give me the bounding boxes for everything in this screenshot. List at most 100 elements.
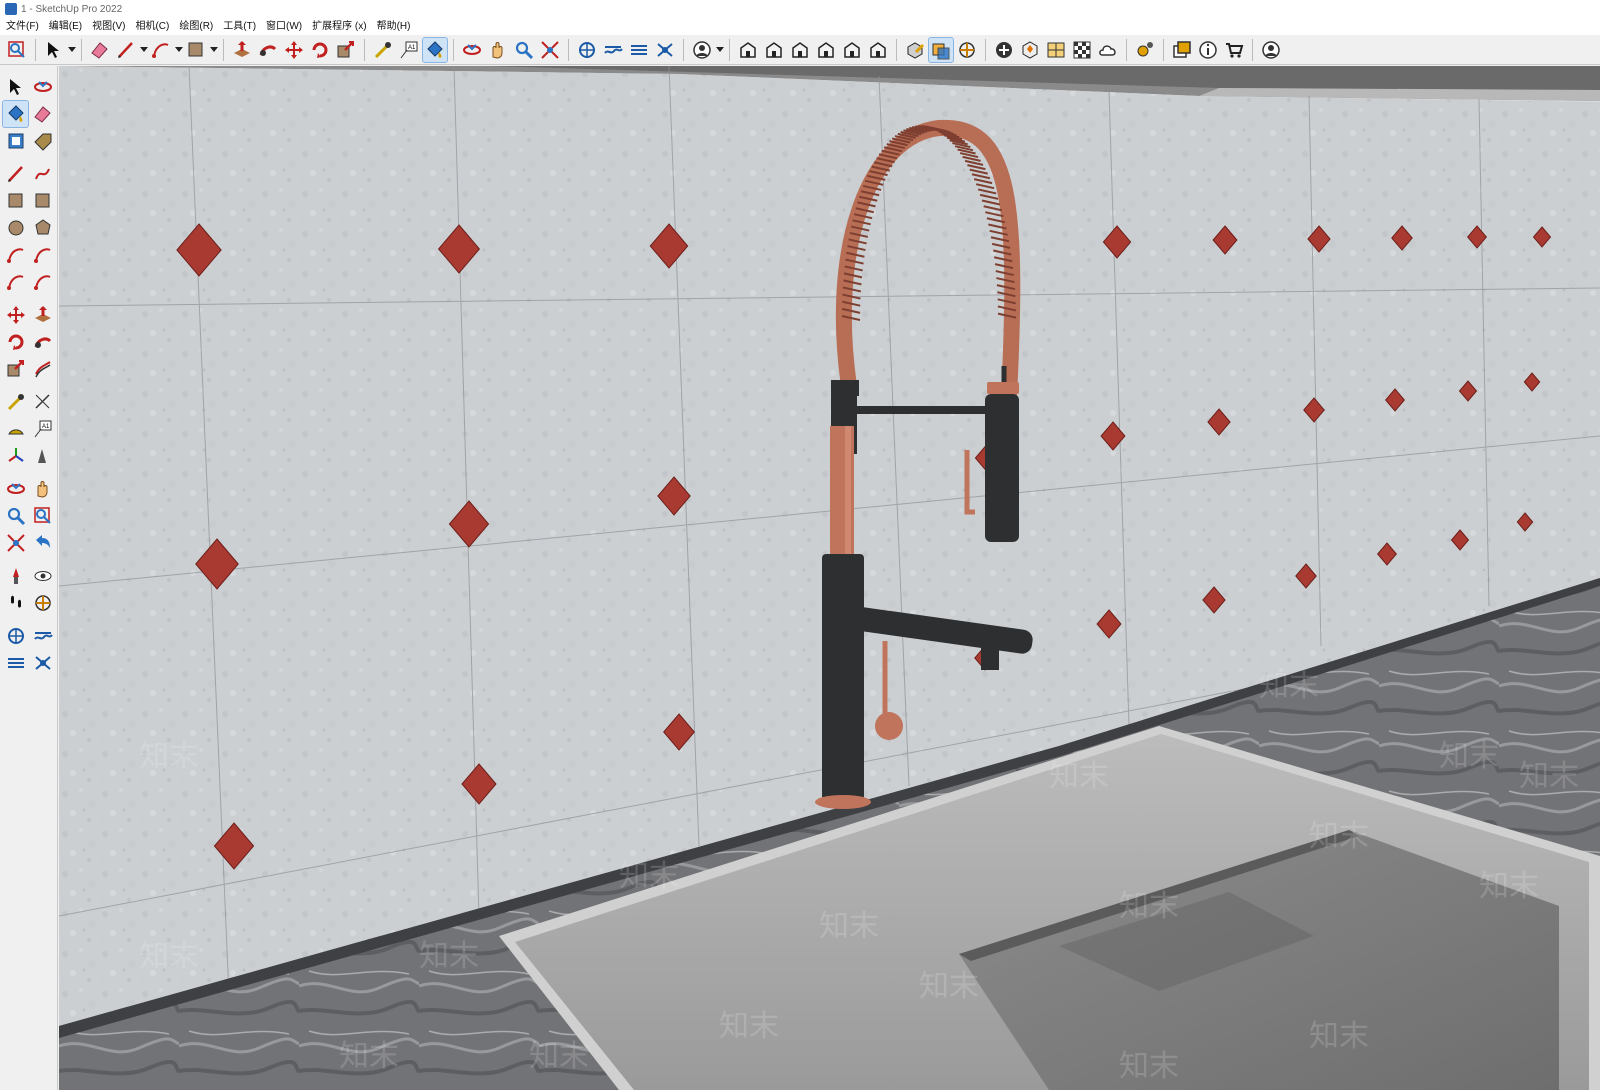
tag-icon[interactable] (30, 128, 55, 154)
menu-item-6[interactable]: 窗口(W) (261, 18, 307, 35)
zoom-window-icon[interactable] (30, 503, 55, 529)
section-plane-icon[interactable] (955, 38, 979, 62)
warehouse-icon[interactable] (575, 38, 599, 62)
previous-view-icon[interactable] (30, 530, 55, 556)
menu-item-5[interactable]: 工具(T) (218, 18, 261, 35)
scale-icon[interactable] (3, 356, 28, 382)
select-icon[interactable] (42, 38, 66, 62)
eraser-icon[interactable] (30, 101, 55, 127)
menu-item-8[interactable]: 帮助(H) (372, 18, 416, 35)
offset-icon[interactable] (30, 356, 55, 382)
right-view-icon[interactable] (814, 38, 838, 62)
info-icon[interactable] (1196, 38, 1220, 62)
zoom-extents-icon[interactable] (538, 38, 562, 62)
freehand-icon[interactable] (30, 161, 55, 187)
eraser-icon[interactable] (88, 38, 112, 62)
orbit-view-icon[interactable] (3, 476, 28, 502)
iso-view-icon[interactable] (736, 38, 760, 62)
menu-item-2[interactable]: 视图(V) (87, 18, 130, 35)
circle-icon[interactable] (3, 215, 28, 241)
3d-text-icon[interactable] (30, 443, 55, 469)
back-view-icon[interactable] (840, 38, 864, 62)
extension-warehouse-icon[interactable] (30, 623, 55, 649)
text-icon[interactable]: A1 (397, 38, 421, 62)
settings-icon[interactable] (1133, 38, 1157, 62)
line-icon[interactable] (114, 38, 138, 62)
pie-icon[interactable] (30, 269, 55, 295)
paint-bucket-icon[interactable] (2, 100, 29, 128)
move-icon[interactable] (3, 302, 28, 328)
menu-item-1[interactable]: 编辑(E) (44, 18, 87, 35)
arc-icon[interactable] (149, 38, 173, 62)
solid-inspector-icon[interactable] (903, 38, 927, 62)
dropdown-arrow-icon[interactable] (209, 38, 218, 62)
rectangle-icon[interactable] (3, 188, 28, 214)
dimension-icon[interactable] (30, 389, 55, 415)
orbit-icon[interactable] (460, 38, 484, 62)
extension-warehouse-icon[interactable] (601, 38, 625, 62)
menu-item-4[interactable]: 绘图(R) (174, 18, 218, 35)
components-icon[interactable] (3, 128, 28, 154)
follow-me-icon[interactable] (30, 329, 55, 355)
push-pull-icon[interactable] (230, 38, 254, 62)
section-plane-icon[interactable] (30, 590, 55, 616)
push-pull-icon[interactable] (30, 302, 55, 328)
dropdown-arrow-icon[interactable] (715, 38, 724, 62)
polygon-icon[interactable] (30, 215, 55, 241)
look-around-icon[interactable] (30, 563, 55, 589)
zoom-icon[interactable] (512, 38, 536, 62)
dropdown-arrow-icon[interactable] (174, 38, 183, 62)
styles-icon[interactable] (1070, 38, 1094, 62)
cloud-icon[interactable] (1096, 38, 1120, 62)
zoom-icon[interactable] (3, 503, 28, 529)
menu-item-0[interactable]: 文件(F) (0, 18, 44, 35)
left-view-icon[interactable] (866, 38, 890, 62)
rotate-icon[interactable] (308, 38, 332, 62)
move-icon[interactable] (282, 38, 306, 62)
layout-icon[interactable] (627, 38, 651, 62)
three-point-arc-icon[interactable] (3, 269, 28, 295)
warehouse-icon[interactable] (3, 623, 28, 649)
tape-measure-icon[interactable] (3, 389, 28, 415)
front-view-icon[interactable] (788, 38, 812, 62)
pan-icon[interactable] (30, 476, 55, 502)
menu-item-7[interactable]: 扩展程序 (x) (307, 18, 371, 35)
tape-measure-icon[interactable] (371, 38, 395, 62)
rectangle-icon[interactable] (184, 38, 208, 62)
position-camera-icon[interactable] (3, 563, 28, 589)
protractor-icon[interactable] (3, 416, 28, 442)
watermark-text: 知末 (419, 939, 479, 974)
pan-icon[interactable] (486, 38, 510, 62)
cart-icon[interactable] (1222, 38, 1246, 62)
zoom-window-icon[interactable] (5, 38, 29, 62)
walk-icon[interactable] (3, 590, 28, 616)
sandbox-icon[interactable] (1018, 38, 1042, 62)
dropdown-arrow-icon[interactable] (139, 38, 148, 62)
match-photo-icon[interactable] (1044, 38, 1068, 62)
zoom-extents-icon[interactable] (3, 530, 28, 556)
select-icon[interactable] (3, 74, 28, 100)
rotated-rectangle-icon[interactable] (30, 188, 55, 214)
menu-item-3[interactable]: 相机(C) (130, 18, 174, 35)
rotate-icon[interactable] (3, 329, 28, 355)
add-location-icon[interactable] (992, 38, 1016, 62)
text-icon[interactable]: A1 (30, 416, 55, 442)
dropdown-arrow-icon[interactable] (67, 38, 76, 62)
profile-icon[interactable] (1259, 38, 1283, 62)
arc-icon[interactable] (3, 242, 28, 268)
extension-manager-icon[interactable] (653, 38, 677, 62)
follow-me-icon[interactable] (256, 38, 280, 62)
3d-viewport[interactable]: 知末 知末 知末 知末 知末 知末 知末 知末 知末 知末 知末 知末 知末 知末 知末 知末 知末 知末 (59, 66, 1600, 1090)
scale-icon[interactable] (334, 38, 358, 62)
layout-icon[interactable] (3, 650, 28, 676)
orbit-icon[interactable] (30, 74, 55, 100)
paint-bucket-icon[interactable] (422, 36, 448, 63)
user-account-icon[interactable] (690, 38, 714, 62)
top-view-icon[interactable] (762, 38, 786, 62)
two-point-arc-icon[interactable] (30, 242, 55, 268)
axes-icon[interactable] (3, 443, 28, 469)
line-icon[interactable] (3, 161, 28, 187)
outer-shell-icon[interactable] (928, 36, 954, 63)
extension-manager-icon[interactable] (30, 650, 55, 676)
window-icon[interactable] (1170, 38, 1194, 62)
